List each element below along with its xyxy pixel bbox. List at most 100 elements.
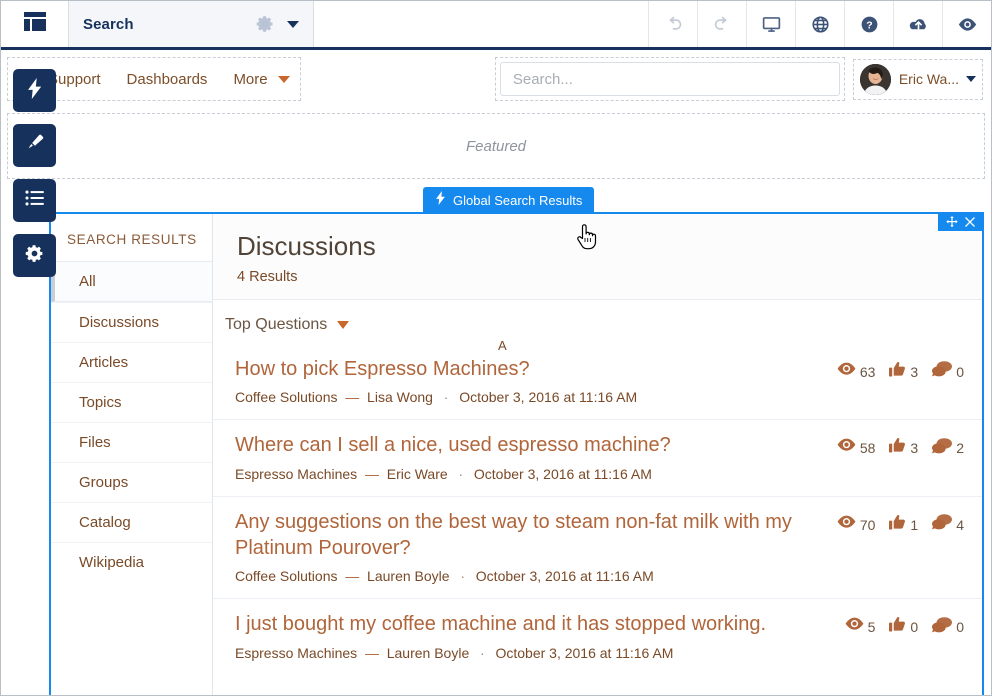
result-topic[interactable]: Coffee Solutions bbox=[235, 568, 337, 584]
meta-dash: — bbox=[341, 389, 364, 406]
featured-label: Featured bbox=[465, 137, 527, 155]
redo-button[interactable] bbox=[697, 1, 746, 47]
comments-count: 2 bbox=[956, 440, 964, 457]
result-title[interactable]: Any suggestions on the best way to steam… bbox=[235, 509, 821, 562]
comments-stat: 4 bbox=[932, 514, 964, 535]
likes-count: 0 bbox=[910, 619, 919, 636]
sidebar-item-topics[interactable]: Topics bbox=[51, 382, 212, 422]
chevron-down-icon[interactable] bbox=[277, 75, 290, 83]
result-title[interactable]: How to pick Espresso Machines? bbox=[235, 356, 821, 382]
globe-button[interactable] bbox=[795, 1, 844, 47]
views-stat: 58 bbox=[837, 438, 876, 458]
publish-button[interactable] bbox=[893, 1, 942, 47]
result-row[interactable]: I just bought my coffee machine and it h… bbox=[213, 598, 982, 674]
sidebar-item-discussions[interactable]: Discussions bbox=[51, 302, 212, 342]
result-meta: Espresso Machines — Lauren Boyle · Octob… bbox=[235, 645, 829, 661]
result-stats: 70 1 4 bbox=[837, 509, 964, 536]
result-row[interactable]: How to pick Espresso Machines? Coffee So… bbox=[213, 344, 982, 419]
meta-dash: — bbox=[341, 568, 364, 585]
component-tab-global-search-results[interactable]: Global Search Results bbox=[423, 187, 595, 213]
comments-count: 0 bbox=[956, 363, 964, 380]
paintbrush-icon bbox=[25, 133, 45, 158]
result-author[interactable]: Lauren Boyle bbox=[367, 568, 450, 584]
likes-stat: 0 bbox=[889, 616, 918, 638]
results-header: Discussions 4 Results bbox=[213, 214, 982, 300]
views-count: 5 bbox=[867, 619, 876, 636]
global-search-results-panel[interactable]: SEARCH RESULTS All Discussions Articles … bbox=[49, 212, 984, 695]
result-author[interactable]: Lauren Boyle bbox=[387, 645, 470, 661]
chevron-down-icon[interactable] bbox=[337, 320, 350, 329]
app-logo[interactable] bbox=[1, 1, 68, 47]
desktop-preview-button[interactable] bbox=[746, 1, 795, 47]
result-row[interactable]: Where can I sell a nice, used espresso m… bbox=[213, 419, 982, 495]
result-stats: 58 3 2 bbox=[837, 432, 964, 459]
thumbs-up-icon bbox=[889, 361, 906, 383]
sidebar-item-wikipedia[interactable]: Wikipedia bbox=[51, 542, 212, 582]
sidebar-item-catalog[interactable]: Catalog bbox=[51, 502, 212, 542]
result-topic[interactable]: Espresso Machines bbox=[235, 466, 357, 482]
result-topic[interactable]: Coffee Solutions bbox=[235, 389, 337, 405]
search-input[interactable]: Search... bbox=[499, 62, 840, 96]
result-date: October 3, 2016 at 11:16 AM bbox=[473, 465, 652, 482]
results-count: 4 Results bbox=[237, 268, 298, 285]
left-tool-rail bbox=[13, 69, 56, 289]
result-content: Where can I sell a nice, used espresso m… bbox=[235, 432, 837, 481]
sort-control[interactable]: Top Questions bbox=[213, 300, 982, 344]
views-count: 58 bbox=[859, 440, 876, 457]
meta-dash: — bbox=[361, 465, 383, 482]
sort-label: Top Questions bbox=[225, 315, 328, 333]
featured-region[interactable]: Featured bbox=[7, 113, 985, 179]
meta-dash: — bbox=[361, 644, 383, 661]
undo-button[interactable] bbox=[648, 1, 697, 47]
result-row[interactable]: Any suggestions on the best way to steam… bbox=[213, 495, 982, 599]
meta-dot: · bbox=[476, 644, 489, 661]
eye-icon bbox=[837, 515, 856, 535]
preview-button[interactable] bbox=[942, 1, 991, 47]
theme-tool[interactable] bbox=[13, 124, 56, 167]
comment-bubble-icon bbox=[932, 514, 953, 535]
sidebar-item-files[interactable]: Files bbox=[51, 422, 212, 462]
sidebar-item-articles[interactable]: Articles bbox=[51, 342, 212, 382]
meta-dot: · bbox=[439, 389, 453, 406]
likes-count: 3 bbox=[910, 363, 919, 380]
meta-dot: · bbox=[456, 568, 469, 585]
nav-item-more[interactable]: More bbox=[233, 71, 267, 88]
move-icon[interactable] bbox=[946, 215, 958, 228]
sidebar-item-groups[interactable]: Groups bbox=[51, 462, 212, 502]
redo-icon bbox=[714, 16, 726, 30]
lightning-tool[interactable] bbox=[13, 69, 56, 112]
result-title[interactable]: I just bought my coffee machine and it h… bbox=[235, 611, 829, 637]
comment-bubble-icon bbox=[932, 617, 953, 638]
page-tab-search[interactable]: Search bbox=[68, 1, 314, 47]
result-meta: Coffee Solutions — Lauren Boyle · Octobe… bbox=[235, 568, 821, 584]
eye-icon bbox=[837, 362, 856, 382]
comments-count: 0 bbox=[956, 619, 964, 636]
chevron-down-icon[interactable] bbox=[287, 20, 299, 28]
chevron-down-icon[interactable] bbox=[966, 76, 976, 82]
panel-controls bbox=[938, 214, 982, 231]
user-name-label: Eric Wa... bbox=[898, 71, 959, 87]
page-title: Discussions bbox=[237, 231, 376, 261]
likes-stat: 1 bbox=[889, 514, 918, 536]
result-topic[interactable]: Espresso Machines bbox=[235, 645, 357, 661]
pages-tool[interactable] bbox=[13, 179, 56, 222]
lightning-bolt-icon bbox=[27, 77, 42, 104]
user-region[interactable]: Eric Wa... bbox=[852, 58, 983, 100]
views-stat: 5 bbox=[845, 617, 876, 637]
builder-toolbar: Search ? bbox=[1, 1, 991, 50]
views-count: 70 bbox=[859, 516, 876, 533]
gear-icon[interactable] bbox=[255, 14, 275, 34]
sidebar-item-all[interactable]: All bbox=[51, 261, 212, 302]
comments-stat: 2 bbox=[932, 438, 964, 459]
nav-item-dashboards[interactable]: Dashboards bbox=[127, 71, 208, 88]
result-author[interactable]: Eric Ware bbox=[387, 466, 448, 482]
globe-icon bbox=[811, 15, 829, 33]
close-icon[interactable] bbox=[964, 216, 976, 228]
result-title[interactable]: Where can I sell a nice, used espresso m… bbox=[235, 432, 821, 458]
help-button[interactable]: ? bbox=[844, 1, 893, 47]
views-stat: 70 bbox=[837, 515, 876, 535]
search-results-main: Discussions 4 Results Top Questions How … bbox=[213, 214, 982, 695]
result-author[interactable]: Lisa Wong bbox=[367, 389, 433, 405]
settings-tool[interactable] bbox=[13, 234, 56, 277]
